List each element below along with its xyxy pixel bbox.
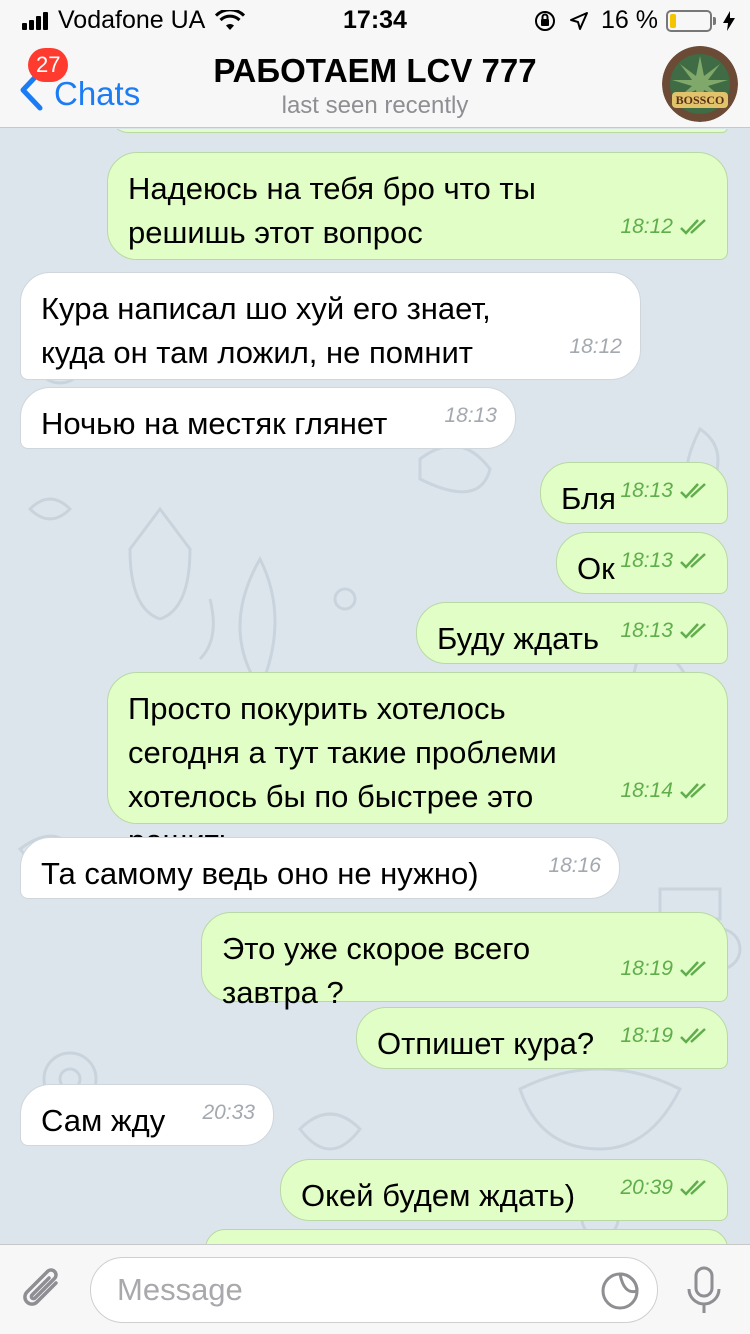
message-meta: 18:12	[569, 325, 622, 369]
battery-icon	[666, 9, 716, 32]
incoming-message[interactable]: Ночью на местяк глянет 18:13	[20, 387, 516, 449]
outgoing-message[interactable]: Бля 18:13	[540, 462, 728, 524]
orientation-lock-icon	[535, 10, 556, 31]
message-time: 18:12	[569, 335, 622, 358]
message-bubble-partial	[205, 1229, 728, 1244]
message-meta: 18:19	[620, 1014, 709, 1058]
message-meta: 18:13	[620, 539, 709, 583]
charging-icon	[723, 10, 735, 31]
outgoing-message[interactable]: Отпишет кура? 18:19	[356, 1007, 728, 1069]
avatar[interactable]: BOSSCO	[662, 46, 738, 122]
outgoing-message[interactable]: Просто покурить хотелось сегодня а тут т…	[107, 672, 728, 858]
double-check-icon	[680, 1180, 706, 1196]
double-check-icon	[680, 1028, 706, 1044]
message-text: Ок	[577, 551, 615, 586]
message-time: 18:13	[444, 404, 497, 427]
message-time: 18:14	[620, 779, 673, 802]
message-bubble-partial	[107, 129, 728, 133]
composer-bar	[0, 1244, 750, 1334]
location-icon	[570, 11, 589, 30]
message-meta: 20:33	[202, 1091, 255, 1135]
incoming-message[interactable]: Та самому ведь оно не нужно) 18:16	[20, 837, 620, 899]
message-text: Надеюсь на тебя бро что ты решишь этот в…	[128, 171, 545, 250]
message-time: 20:39	[620, 1176, 673, 1199]
message-input[interactable]	[90, 1257, 658, 1323]
double-check-icon	[680, 961, 706, 977]
double-check-icon	[680, 783, 706, 799]
message-time: 20:33	[202, 1101, 255, 1124]
message-text: Это уже скорое всего завтра ?	[222, 931, 539, 1010]
message-time: 18:19	[620, 957, 673, 980]
message-time: 18:13	[620, 549, 673, 572]
message-text: Буду ждать	[437, 621, 600, 656]
message-text: Окей будем ждать)	[301, 1178, 576, 1213]
message-text: Отпишет кура?	[377, 1026, 595, 1061]
message-time: 18:13	[620, 619, 673, 642]
message-time: 18:16	[548, 854, 601, 877]
sticker-icon[interactable]	[600, 1271, 640, 1311]
chat-header: Chats 27 РАБОТАЕМ LCV 777 last seen rece…	[0, 40, 750, 128]
outgoing-message[interactable]: Буду ждать 18:13	[416, 602, 728, 664]
avatar-text: BOSSCO	[676, 93, 725, 107]
double-check-icon	[680, 623, 706, 639]
chat-status: last seen recently	[281, 92, 469, 119]
message-time: 18:19	[620, 1024, 673, 1047]
message-time: 18:12	[620, 215, 673, 238]
status-right: 16 %	[533, 6, 736, 35]
incoming-message[interactable]: Сам жду 20:33	[20, 1084, 274, 1146]
message-text: Та самому ведь оно не нужно)	[41, 856, 479, 891]
message-meta: 18:13	[444, 394, 497, 438]
message-meta: 18:16	[548, 844, 601, 888]
incoming-message[interactable]: Кура написал шо хуй его знает, куда он т…	[20, 272, 641, 380]
message-meta: 18:13	[620, 469, 709, 513]
message-text: Сам жду	[41, 1103, 166, 1138]
chat-title[interactable]: РАБОТАЕМ LCV 777	[0, 52, 750, 90]
message-text: Ночью на местяк глянет	[41, 406, 388, 441]
double-check-icon	[680, 483, 706, 499]
double-check-icon	[680, 553, 706, 569]
message-text: Бля	[561, 481, 616, 516]
microphone-icon[interactable]	[686, 1265, 722, 1317]
battery-fill	[670, 13, 676, 28]
outgoing-message[interactable]: Окей будем ждать) 20:39	[280, 1159, 728, 1221]
message-meta: 18:14	[620, 769, 709, 813]
outgoing-message[interactable]: Надеюсь на тебя бро что ты решишь этот в…	[107, 152, 728, 260]
message-meta: 18:12	[620, 205, 709, 249]
status-bar: Vodafone UA 17:34 16 %	[0, 0, 750, 40]
message-meta: 18:13	[620, 609, 709, 653]
outgoing-message[interactable]: Ок 18:13	[556, 532, 728, 594]
avatar-image: BOSSCO	[662, 46, 738, 122]
message-text: Кура написал шо хуй его знает, куда он т…	[41, 291, 500, 370]
outgoing-message[interactable]: Это уже скорое всего завтра ? 18:19	[201, 912, 728, 1010]
paperclip-icon[interactable]	[20, 1265, 68, 1315]
message-time: 18:13	[620, 479, 673, 502]
message-meta: 18:19	[620, 947, 709, 991]
message-list[interactable]: Надеюсь на тебя бро что ты решишь этот в…	[0, 129, 750, 1244]
battery-percent: 16 %	[601, 6, 658, 34]
double-check-icon	[680, 219, 706, 235]
message-meta: 20:39	[620, 1166, 709, 1210]
